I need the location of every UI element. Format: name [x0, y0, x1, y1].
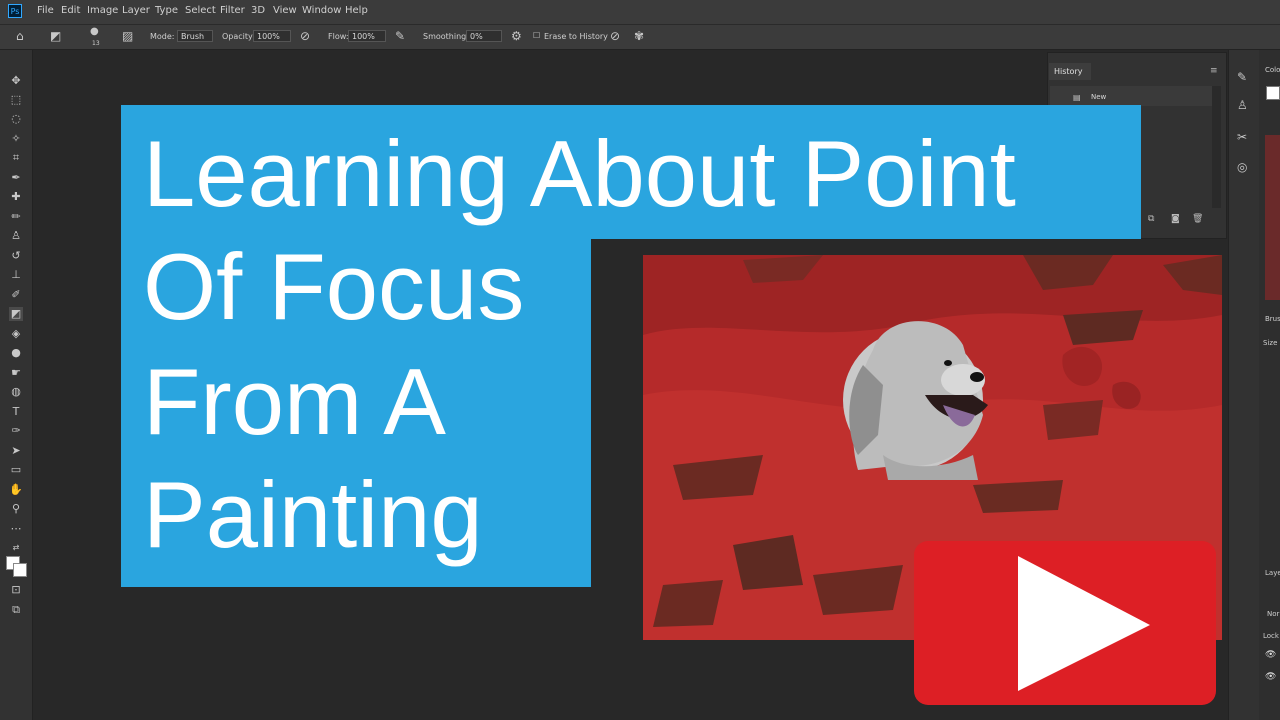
- quick-mask-icon[interactable]: ⊡: [9, 583, 23, 597]
- default-colors-icon[interactable]: ⇄: [9, 541, 23, 555]
- eye-icon[interactable]: 👁: [1265, 672, 1276, 682]
- flow-field[interactable]: 100%: [348, 30, 386, 42]
- eyedropper-icon[interactable]: ✒: [9, 171, 23, 185]
- art-brush-icon[interactable]: ✐: [9, 288, 23, 302]
- color-tab[interactable]: Colo: [1265, 66, 1280, 74]
- screen-mode-icon[interactable]: ⧉: [9, 603, 23, 617]
- type-tool-icon[interactable]: T: [9, 405, 23, 419]
- panel-menu-icon[interactable]: ≡: [1210, 66, 1218, 76]
- lasso-tool-icon[interactable]: ◌: [9, 112, 23, 126]
- color-swatch[interactable]: [1266, 86, 1280, 100]
- camera-icon[interactable]: ◙: [1171, 214, 1180, 224]
- zoom-tool-icon[interactable]: ⚲: [9, 502, 23, 516]
- title-line-2: Of Focus: [143, 234, 525, 339]
- photoshop-logo: Ps: [8, 4, 22, 18]
- menu-filter[interactable]: Filter: [220, 5, 245, 16]
- pressure-opacity-icon[interactable]: ⊘: [300, 29, 310, 43]
- history-item-new: New: [1091, 93, 1107, 101]
- rectangle-tool-icon[interactable]: ▭: [9, 463, 23, 477]
- tools-panel: ✥ ⬚ ◌ ✧ ⌗ ✒ ✚ ✏ ♙ ↺ ⊥ ✐ ◩ ◈ ● ☛ ◍ T ✑ ➤ …: [0, 50, 33, 720]
- menu-layer[interactable]: Layer: [122, 5, 150, 16]
- background-color-swatch[interactable]: [13, 563, 27, 577]
- menu-select[interactable]: Select: [185, 5, 216, 16]
- move-tool-icon[interactable]: ✥: [9, 74, 23, 88]
- color-picker[interactable]: [1265, 135, 1280, 300]
- title-line-3: From A: [143, 349, 446, 454]
- trash-icon[interactable]: 🗑: [1192, 214, 1203, 224]
- mode-select[interactable]: Brush: [177, 30, 213, 42]
- paint-bucket-icon[interactable]: ◈: [9, 327, 23, 341]
- clone-stamp-icon[interactable]: ♙: [9, 229, 23, 243]
- size-label: Size: [1263, 339, 1278, 347]
- pen-tool-icon[interactable]: ✑: [9, 424, 23, 438]
- right-panels: Colo Brus Size Laye Nor Lock 👁 👁: [1259, 50, 1280, 720]
- mode-label: Mode:: [150, 32, 175, 41]
- history-title: History: [1054, 67, 1083, 76]
- smoothing-label: Smoothing:: [423, 32, 469, 41]
- healing-brush-icon[interactable]: ✚: [9, 190, 23, 204]
- smoothing-field[interactable]: 0%: [466, 30, 502, 42]
- brush-size: 13: [92, 40, 100, 47]
- more-tools-icon[interactable]: ⋯: [9, 522, 23, 536]
- menu-3d[interactable]: 3D: [251, 5, 265, 16]
- airbrush-icon[interactable]: ✎: [395, 29, 405, 43]
- hand-tool-icon[interactable]: ✋: [9, 483, 23, 497]
- title-line-4: Painting: [143, 462, 483, 567]
- menu-help[interactable]: Help: [345, 5, 368, 16]
- brush-settings-icon[interactable]: ▨: [122, 29, 133, 43]
- layers-label[interactable]: Laye: [1265, 569, 1280, 577]
- menu-image[interactable]: Image: [87, 5, 118, 16]
- crop-tool-icon[interactable]: ⌗: [9, 151, 23, 165]
- youtube-play-button[interactable]: [914, 541, 1216, 705]
- magic-wand-icon[interactable]: ✧: [9, 132, 23, 146]
- gear-icon[interactable]: ⚙: [511, 29, 522, 43]
- clone-source-icon[interactable]: ♙: [1237, 98, 1248, 112]
- symmetry-icon[interactable]: ✾: [634, 29, 644, 43]
- brush-label: Brus: [1265, 315, 1280, 323]
- history-scrollbar[interactable]: [1212, 86, 1221, 208]
- menu-window[interactable]: Window: [302, 5, 341, 16]
- eraser-icon[interactable]: ◩: [50, 29, 61, 43]
- brush-tool-icon[interactable]: ✏: [9, 210, 23, 224]
- blend-mode-label[interactable]: Nor: [1267, 610, 1279, 618]
- new-snapshot-icon[interactable]: ⧉: [1148, 214, 1154, 224]
- dodge-tool-icon[interactable]: ◍: [9, 385, 23, 399]
- menu-edit[interactable]: Edit: [61, 5, 80, 16]
- menu-file[interactable]: File: [37, 5, 54, 16]
- path-selection-icon[interactable]: ➤: [9, 444, 23, 458]
- brush-preset-icon[interactable]: ●: [90, 26, 99, 37]
- erase-to-history-label: Erase to History: [544, 32, 608, 41]
- options-bar: ⌂ ◩ ● 13 ▨ Mode: Brush Opacity: 100% ⊘ F…: [0, 25, 1280, 50]
- opacity-field[interactable]: 100%: [253, 30, 291, 42]
- libraries-icon[interactable]: ◎: [1237, 160, 1247, 174]
- eraser-tool-icon[interactable]: ◩: [9, 307, 23, 321]
- play-icon: [1018, 556, 1150, 691]
- stamp-icon[interactable]: ⊥: [9, 268, 23, 282]
- tool-presets-icon[interactable]: ✂: [1237, 130, 1247, 144]
- lock-label: Lock: [1263, 632, 1279, 640]
- smudge-tool-icon[interactable]: ☛: [9, 366, 23, 380]
- eye-icon[interactable]: 👁: [1265, 650, 1276, 660]
- panel-dock: ✎ ♙ ✂ ◎: [1228, 50, 1259, 720]
- brush-settings-panel-icon[interactable]: ✎: [1237, 70, 1247, 84]
- menu-bar: Ps File Edit Image Layer Type Select Fil…: [0, 0, 1280, 25]
- blur-tool-icon[interactable]: ●: [9, 346, 23, 360]
- history-brush-icon[interactable]: ↺: [9, 249, 23, 263]
- flow-label: Flow:: [328, 32, 349, 41]
- title-line-1: Learning About Point: [143, 121, 1016, 226]
- erase-history-checkbox[interactable]: ☐: [533, 31, 540, 40]
- pressure-size-icon[interactable]: ⊘: [610, 29, 620, 43]
- marquee-tool-icon[interactable]: ⬚: [9, 93, 23, 107]
- menu-view[interactable]: View: [273, 5, 297, 16]
- opacity-label: Opacity:: [222, 32, 255, 41]
- home-icon[interactable]: ⌂: [16, 29, 24, 43]
- menu-type[interactable]: Type: [155, 5, 178, 16]
- document-icon: ▤: [1073, 93, 1081, 102]
